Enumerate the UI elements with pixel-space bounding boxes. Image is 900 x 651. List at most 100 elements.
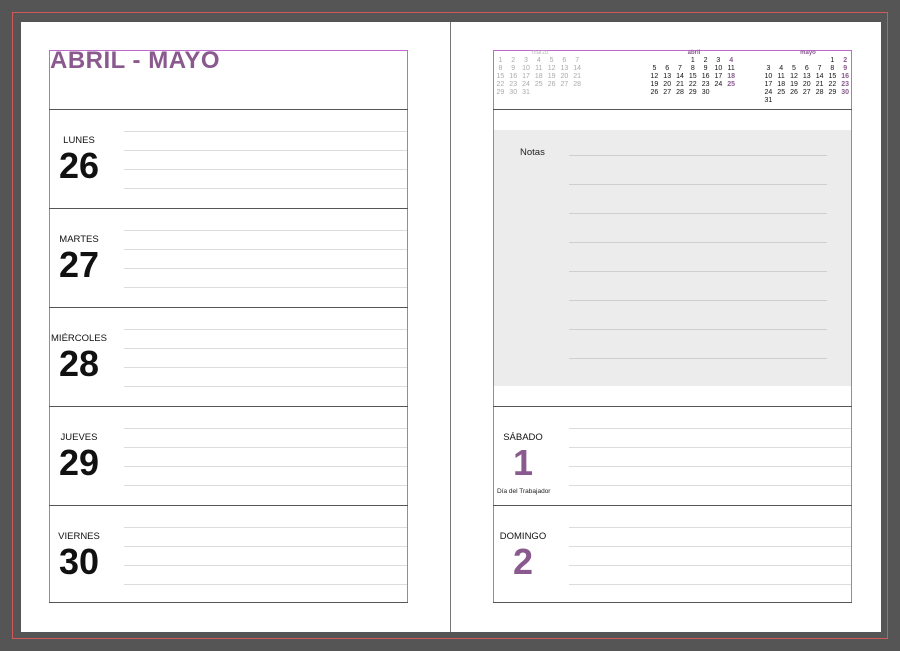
day-block-saturday[interactable]: SÁBADO 1 Día del Trabajador <box>493 406 852 505</box>
mini-calendar-day: 12 <box>547 65 556 72</box>
mini-calendar-day: 17 <box>714 73 723 80</box>
mini-calendar-day: 28 <box>573 81 582 88</box>
mini-calendar-week: 10 11 12 13 14 15 16 <box>762 73 852 81</box>
holiday-label: Día del Trabajador <box>497 488 551 495</box>
mini-calendar-day: 29 <box>828 89 837 96</box>
day-number: 29 <box>58 442 100 483</box>
writing-line <box>569 527 851 528</box>
divider <box>49 602 408 603</box>
writing-line <box>124 230 407 231</box>
mini-calendar-week: 19 20 21 22 23 24 25 <box>648 81 738 89</box>
writing-line <box>124 527 407 528</box>
mini-calendar-day: 25 <box>727 81 736 88</box>
mini-calendar-day: 3 <box>766 65 771 72</box>
mini-calendar-day <box>532 89 545 97</box>
mini-calendar-day: 22 <box>828 81 837 88</box>
mini-calendar-day: 26 <box>790 89 798 96</box>
mini-calendar-day: 4 <box>729 57 734 64</box>
mini-calendar-week: 12 13 14 15 16 17 18 <box>648 73 738 81</box>
writing-line <box>124 249 407 250</box>
mini-calendar-day: 24 <box>764 89 773 96</box>
mini-calendar-day: 19 <box>547 73 556 80</box>
mini-calendar-week: 31 <box>762 97 852 105</box>
day-block-sunday[interactable]: DOMINGO 2 <box>493 505 852 602</box>
mini-calendar-day: 10 <box>764 73 773 80</box>
mini-calendar-day: 10 <box>522 65 530 72</box>
mini-calendar-day: 25 <box>534 81 543 88</box>
mini-calendar-day: 30 <box>841 89 850 96</box>
mini-calendar-day: 15 <box>828 73 837 80</box>
mini-calendar-day: 21 <box>573 73 582 80</box>
mini-calendar-march: marzo 1234567 8 9 10 11 12 13 14 15 16 17 18 19 20 2… <box>494 50 586 101</box>
mini-calendar-day: 29 <box>496 89 505 96</box>
left-page: ABRIL - MAYO LUNES 26 MARTES 27 MIÉRCOLE… <box>21 22 451 632</box>
day-number: 26 <box>58 145 100 186</box>
mini-calendar-day: 18 <box>777 81 786 88</box>
day-block-tuesday[interactable]: MARTES 27 <box>49 208 408 307</box>
mini-calendar-day: 4 <box>536 57 541 64</box>
day-block-monday[interactable]: LUNES 26 <box>49 109 408 208</box>
mini-calendar-day: 11 <box>535 65 543 72</box>
mini-calendar-day <box>788 57 801 65</box>
day-block-wednesday[interactable]: MIÉRCOLES 28 <box>49 307 408 406</box>
notes-line <box>569 213 827 214</box>
mini-calendar-day: 30 <box>701 89 710 96</box>
mini-calendar-day <box>800 97 813 105</box>
mini-calendar-day: 17 <box>764 81 773 88</box>
writing-line <box>569 447 851 448</box>
notes-line <box>569 358 827 359</box>
mini-calendar-day <box>813 97 826 105</box>
notes-line <box>569 271 827 272</box>
mini-calendar-day: 22 <box>496 81 505 88</box>
day-block-friday[interactable]: VIERNES 30 <box>49 505 408 602</box>
mini-calendar-day: 18 <box>727 73 736 80</box>
writing-line <box>124 348 407 349</box>
writing-line <box>124 188 407 189</box>
writing-line <box>569 565 851 566</box>
writing-line <box>124 466 407 467</box>
mini-calendar-day: 27 <box>560 81 569 88</box>
divider <box>493 109 852 110</box>
mini-calendar-day: 20 <box>560 73 569 80</box>
writing-line <box>124 485 407 486</box>
mini-calendar-day: 13 <box>560 65 569 72</box>
mini-calendar-day <box>839 97 852 105</box>
writing-line <box>124 329 407 330</box>
writing-line <box>124 428 407 429</box>
mini-calendar-day: 12 <box>790 73 798 80</box>
mini-calendar-title: marzo <box>531 50 549 56</box>
mini-calendar-day: 5 <box>549 57 554 64</box>
mini-calendar-day <box>545 89 558 97</box>
mini-calendar-day: 15 <box>496 73 505 80</box>
mini-calendar-day: 7 <box>575 57 580 64</box>
planner-spread: ABRIL - MAYO LUNES 26 MARTES 27 MIÉRCOLE… <box>21 22 881 632</box>
mini-calendar-week: 29 30 31 <box>494 89 584 97</box>
divider <box>493 602 852 603</box>
day-number: 1 <box>512 442 534 483</box>
mini-calendar-day: 1 <box>690 57 695 64</box>
mini-calendar-day: 15 <box>688 73 697 80</box>
mini-calendar-day: 19 <box>790 81 798 88</box>
mini-calendar-day: 16 <box>701 73 710 80</box>
mini-calendar-day: 12 <box>650 73 659 80</box>
mini-calendar-day <box>571 89 584 97</box>
day-block-thursday[interactable]: JUEVES 29 <box>49 406 408 505</box>
mini-calendar-day: 1 <box>830 57 835 64</box>
notes-area[interactable]: Notas <box>494 130 851 386</box>
mini-calendar-day: 2 <box>511 57 516 64</box>
mini-calendar-day: 10 <box>714 65 723 72</box>
day-number: 27 <box>58 244 100 285</box>
mini-calendar-day <box>558 89 571 97</box>
mini-calendar-day: 7 <box>817 65 822 72</box>
mini-calendar-day: 13 <box>802 73 811 80</box>
mini-calendar-day: 21 <box>815 81 824 88</box>
mini-calendar-title: mayo <box>800 50 816 56</box>
mini-calendar-day: 27 <box>663 89 672 96</box>
writing-line <box>569 584 851 585</box>
mini-calendar-day: 29 <box>688 89 697 96</box>
mini-calendar-day: 9 <box>843 65 848 72</box>
writing-line <box>124 546 407 547</box>
notes-line <box>569 300 827 301</box>
writing-line <box>124 268 407 269</box>
mini-calendar-day: 14 <box>815 73 824 80</box>
